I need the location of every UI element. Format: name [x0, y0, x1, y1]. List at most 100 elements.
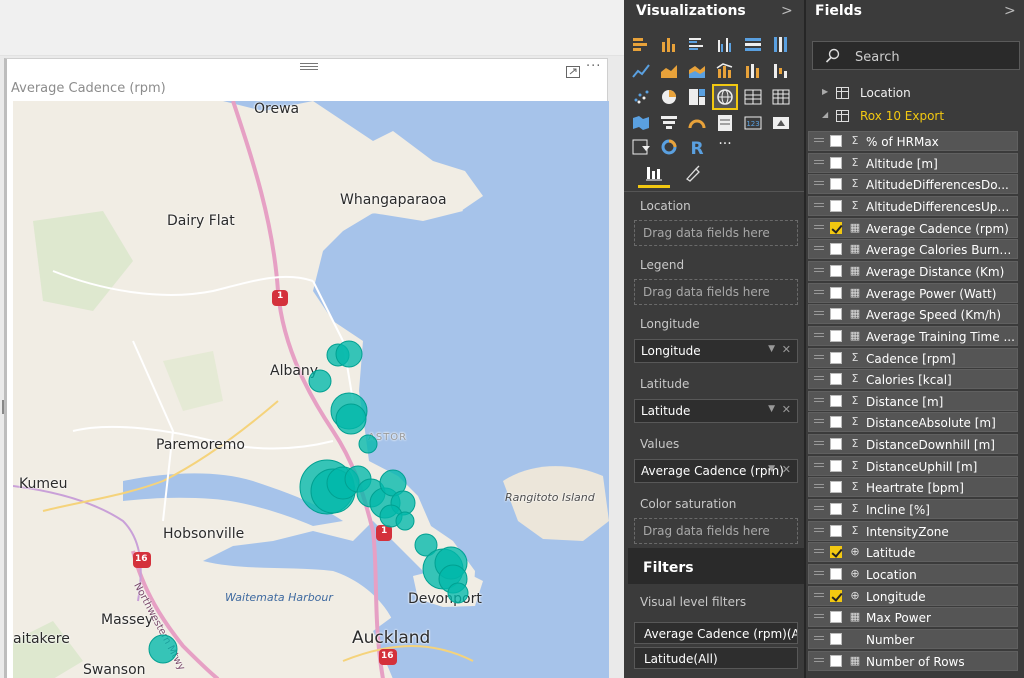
color-saturation-drop-zone[interactable]: Drag data fields here [634, 518, 798, 544]
field-checkbox[interactable] [830, 438, 842, 450]
field-row[interactable]: Σ Incline [%] [808, 499, 1018, 519]
more-options-icon[interactable]: ··· [586, 59, 604, 75]
ribbon-chart-icon[interactable] [742, 60, 764, 82]
field-checkbox[interactable] [830, 460, 842, 472]
field-checkbox[interactable] [830, 222, 842, 234]
field-row[interactable]: Σ DistanceUphill [m] [808, 456, 1018, 476]
location-drop-zone[interactable]: Drag data fields here [634, 220, 798, 246]
scatter-chart-icon[interactable] [630, 86, 652, 108]
drag-handle-icon[interactable] [814, 419, 824, 425]
treemap-icon[interactable] [686, 86, 708, 108]
drag-handle-icon[interactable] [814, 138, 824, 144]
donut-chart-icon[interactable] [658, 136, 680, 158]
field-checkbox[interactable] [830, 525, 842, 537]
slicer-icon[interactable] [630, 136, 652, 158]
field-row[interactable]: ⊕ Location [808, 564, 1018, 584]
pie-chart-icon[interactable] [658, 86, 680, 108]
map-visual-icon[interactable] [712, 84, 738, 110]
field-row[interactable]: ▦ Average Calories Burnt ... [808, 239, 1018, 259]
field-row[interactable]: ▦ Max Power [808, 607, 1018, 627]
fields-tab[interactable] [638, 162, 670, 188]
field-row[interactable]: ▦ Average Training Time ... [808, 326, 1018, 346]
remove-field-icon[interactable]: ✕ [782, 403, 791, 416]
drag-handle-icon[interactable] [814, 225, 824, 231]
kpi-icon[interactable] [770, 112, 792, 134]
fields-search-box[interactable]: Search [812, 41, 1020, 70]
drag-handle-icon[interactable] [814, 376, 824, 382]
field-row[interactable]: Σ Heartrate [bpm] [808, 477, 1018, 497]
field-row[interactable]: Σ Altitude [m] [808, 153, 1018, 173]
drag-handle-icon[interactable] [814, 246, 824, 252]
field-row[interactable]: Σ AltitudeDifferencesUph... [808, 196, 1018, 216]
field-checkbox[interactable] [830, 330, 842, 342]
focus-mode-icon[interactable] [566, 63, 580, 78]
drag-handle-icon[interactable] [814, 463, 824, 469]
legend-drop-zone[interactable]: Drag data fields here [634, 279, 798, 305]
r-script-visual-icon[interactable]: R [686, 136, 708, 158]
filled-map-icon[interactable] [630, 112, 652, 134]
drag-handle-icon[interactable] [814, 160, 824, 166]
drag-handle-icon[interactable] [814, 311, 824, 317]
field-row[interactable]: Σ % of HRMax [808, 131, 1018, 151]
field-checkbox[interactable] [830, 568, 842, 580]
drag-handle-icon[interactable] [814, 290, 824, 296]
drag-handle-icon[interactable] [814, 398, 824, 404]
data-bubble[interactable] [335, 403, 367, 435]
line-chart-icon[interactable] [630, 60, 652, 82]
chevron-down-icon[interactable]: ▼ [768, 344, 775, 354]
format-tab[interactable] [678, 162, 710, 188]
field-row[interactable]: ▦ Average Cadence (rpm) [808, 218, 1018, 238]
filters-header[interactable]: Filters [628, 548, 804, 584]
longitude-well-field[interactable]: Longitude ▼ ✕ [634, 339, 798, 363]
chevron-down-icon[interactable]: ▼ [768, 404, 775, 414]
field-checkbox[interactable] [830, 243, 842, 255]
drag-handle-icon[interactable] [814, 528, 824, 534]
field-row[interactable]: Σ IntensityZone [808, 521, 1018, 541]
line-and-column-chart-icon[interactable] [714, 60, 736, 82]
clustered-bar-chart-icon[interactable] [686, 34, 708, 56]
data-bubble[interactable] [447, 582, 469, 604]
funnel-icon[interactable] [658, 112, 680, 134]
remove-field-icon[interactable]: ✕ [782, 343, 791, 356]
matrix-icon[interactable] [770, 86, 792, 108]
field-row[interactable]: ⊕ Latitude [808, 542, 1018, 562]
field-checkbox[interactable] [830, 633, 842, 645]
drag-handle-icon[interactable] [814, 658, 824, 664]
field-checkbox[interactable] [830, 308, 842, 320]
100-stacked-bar-icon[interactable] [742, 34, 764, 56]
field-checkbox[interactable] [830, 611, 842, 623]
more-visuals-icon[interactable]: ··· [714, 136, 736, 158]
collapse-icon[interactable]: ◢ [822, 110, 828, 119]
field-row[interactable]: ▦ Average Power (Watt) [808, 283, 1018, 303]
collapse-fields-icon[interactable]: > [1004, 3, 1016, 19]
remove-field-icon[interactable]: ✕ [782, 463, 791, 476]
field-row[interactable]: ▦ Number of Rows [808, 651, 1018, 671]
data-bubble[interactable] [335, 340, 363, 368]
latitude-well-field[interactable]: Latitude ▼ ✕ [634, 399, 798, 423]
field-checkbox[interactable] [830, 265, 842, 277]
field-checkbox[interactable] [830, 352, 842, 364]
table-icon[interactable] [742, 86, 764, 108]
field-row[interactable]: ▦ Average Speed (Km/h) [808, 304, 1018, 324]
values-well-field[interactable]: Average Cadence (rpm) ▼ ✕ [634, 459, 798, 483]
data-bubble[interactable] [358, 434, 378, 454]
field-checkbox[interactable] [830, 481, 842, 493]
field-checkbox[interactable] [830, 590, 842, 602]
card-icon[interactable]: 123 [742, 112, 764, 134]
filter-item[interactable]: Average Cadence (rpm)(All) [634, 622, 798, 644]
field-checkbox[interactable] [830, 178, 842, 190]
collapse-visualizations-icon[interactable]: > [781, 3, 793, 19]
drag-grip-icon[interactable] [300, 63, 318, 71]
field-row[interactable]: Σ DistanceAbsolute [m] [808, 412, 1018, 432]
field-row[interactable]: Σ Distance [m] [808, 391, 1018, 411]
field-row[interactable]: ▦ Average Distance (Km) [808, 261, 1018, 281]
data-bubble[interactable] [148, 634, 178, 664]
map-visual[interactable]: Average Cadence (rpm) ··· 1 1 16 16 Orew… [4, 58, 609, 678]
chevron-down-icon[interactable]: ▼ [768, 464, 775, 474]
multi-row-card-icon[interactable] [714, 112, 736, 134]
drag-handle-icon[interactable] [814, 441, 824, 447]
field-checkbox[interactable] [830, 546, 842, 558]
drag-handle-icon[interactable] [814, 333, 824, 339]
field-checkbox[interactable] [830, 655, 842, 667]
gauge-icon[interactable] [686, 112, 708, 134]
